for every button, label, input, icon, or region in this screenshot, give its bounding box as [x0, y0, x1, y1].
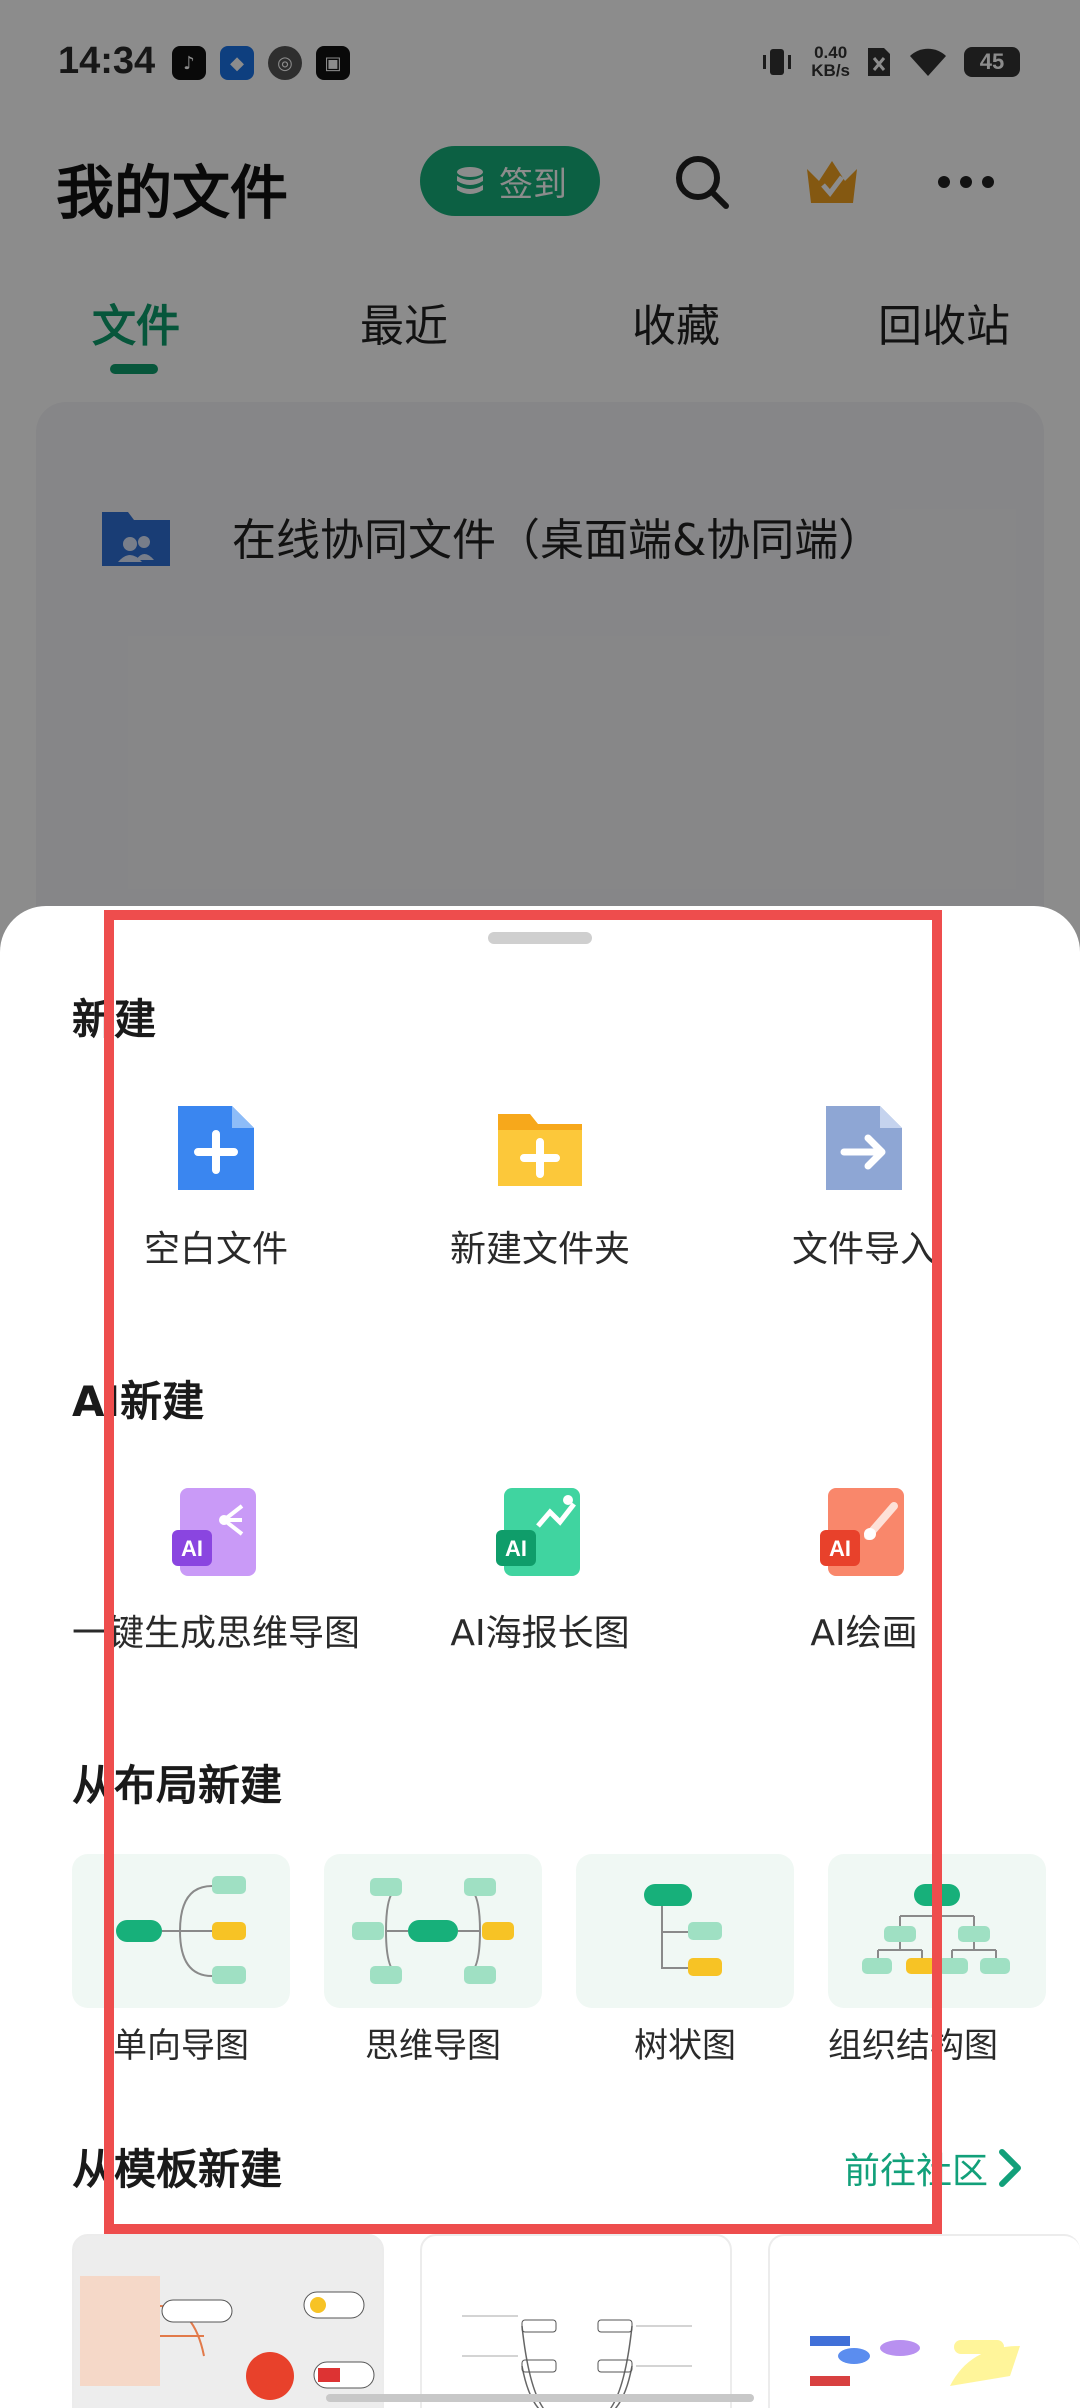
highlight-box: [104, 910, 942, 2234]
template-card-1[interactable]: [72, 2234, 384, 2408]
chevron-right-icon: [999, 2149, 1021, 2187]
home-indicator[interactable]: [326, 2394, 754, 2402]
template-card-2[interactable]: [420, 2234, 732, 2408]
template-thumbnail-1: [80, 2276, 375, 2400]
template-thumbnail-2: [462, 2315, 692, 2408]
template-thumbnail-3: [810, 2336, 1020, 2386]
template-card-3[interactable]: [768, 2234, 1080, 2408]
